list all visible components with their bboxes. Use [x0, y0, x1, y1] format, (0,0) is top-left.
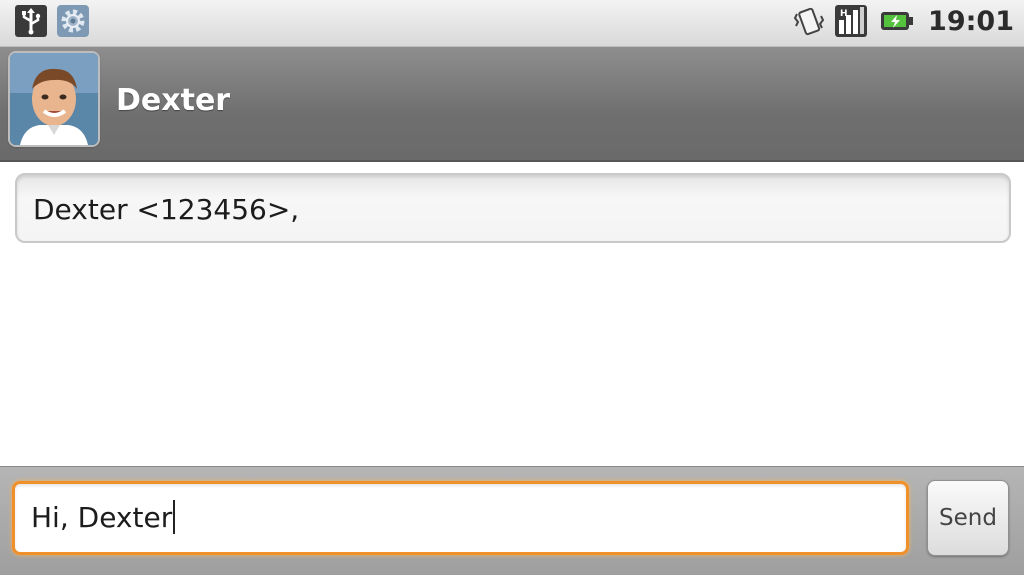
message-value: Hi, Dexter: [31, 501, 173, 534]
battery-charging-icon: [881, 12, 914, 30]
status-bar: H 19:01: [0, 0, 1024, 47]
conversation-header: Dexter: [0, 47, 1024, 162]
svg-text:H: H: [840, 9, 848, 19]
contact-name-title: Dexter: [116, 83, 231, 118]
usb-icon: [15, 5, 47, 37]
send-button[interactable]: Send: [927, 480, 1009, 556]
signal-icon: H: [835, 5, 868, 37]
status-bar-right: H 19:01: [792, 4, 1014, 38]
compose-panel: Hi, Dexter Send: [0, 466, 1024, 575]
contact-photo: [10, 53, 98, 145]
settings-gear-icon: [57, 5, 89, 37]
status-bar-clock: 19:01: [928, 5, 1014, 37]
status-bar-left: [14, 4, 90, 38]
vibrate-icon: [793, 7, 825, 36]
recipients-field[interactable]: Dexter <123456>,: [15, 173, 1011, 243]
message-input[interactable]: Hi, Dexter: [12, 481, 909, 555]
contact-avatar[interactable]: [10, 53, 98, 145]
send-button-label: Send: [939, 505, 997, 531]
text-cursor: [173, 500, 176, 534]
recipients-value: Dexter <123456>,: [33, 193, 300, 226]
message-text: Hi, Dexter: [31, 500, 176, 534]
